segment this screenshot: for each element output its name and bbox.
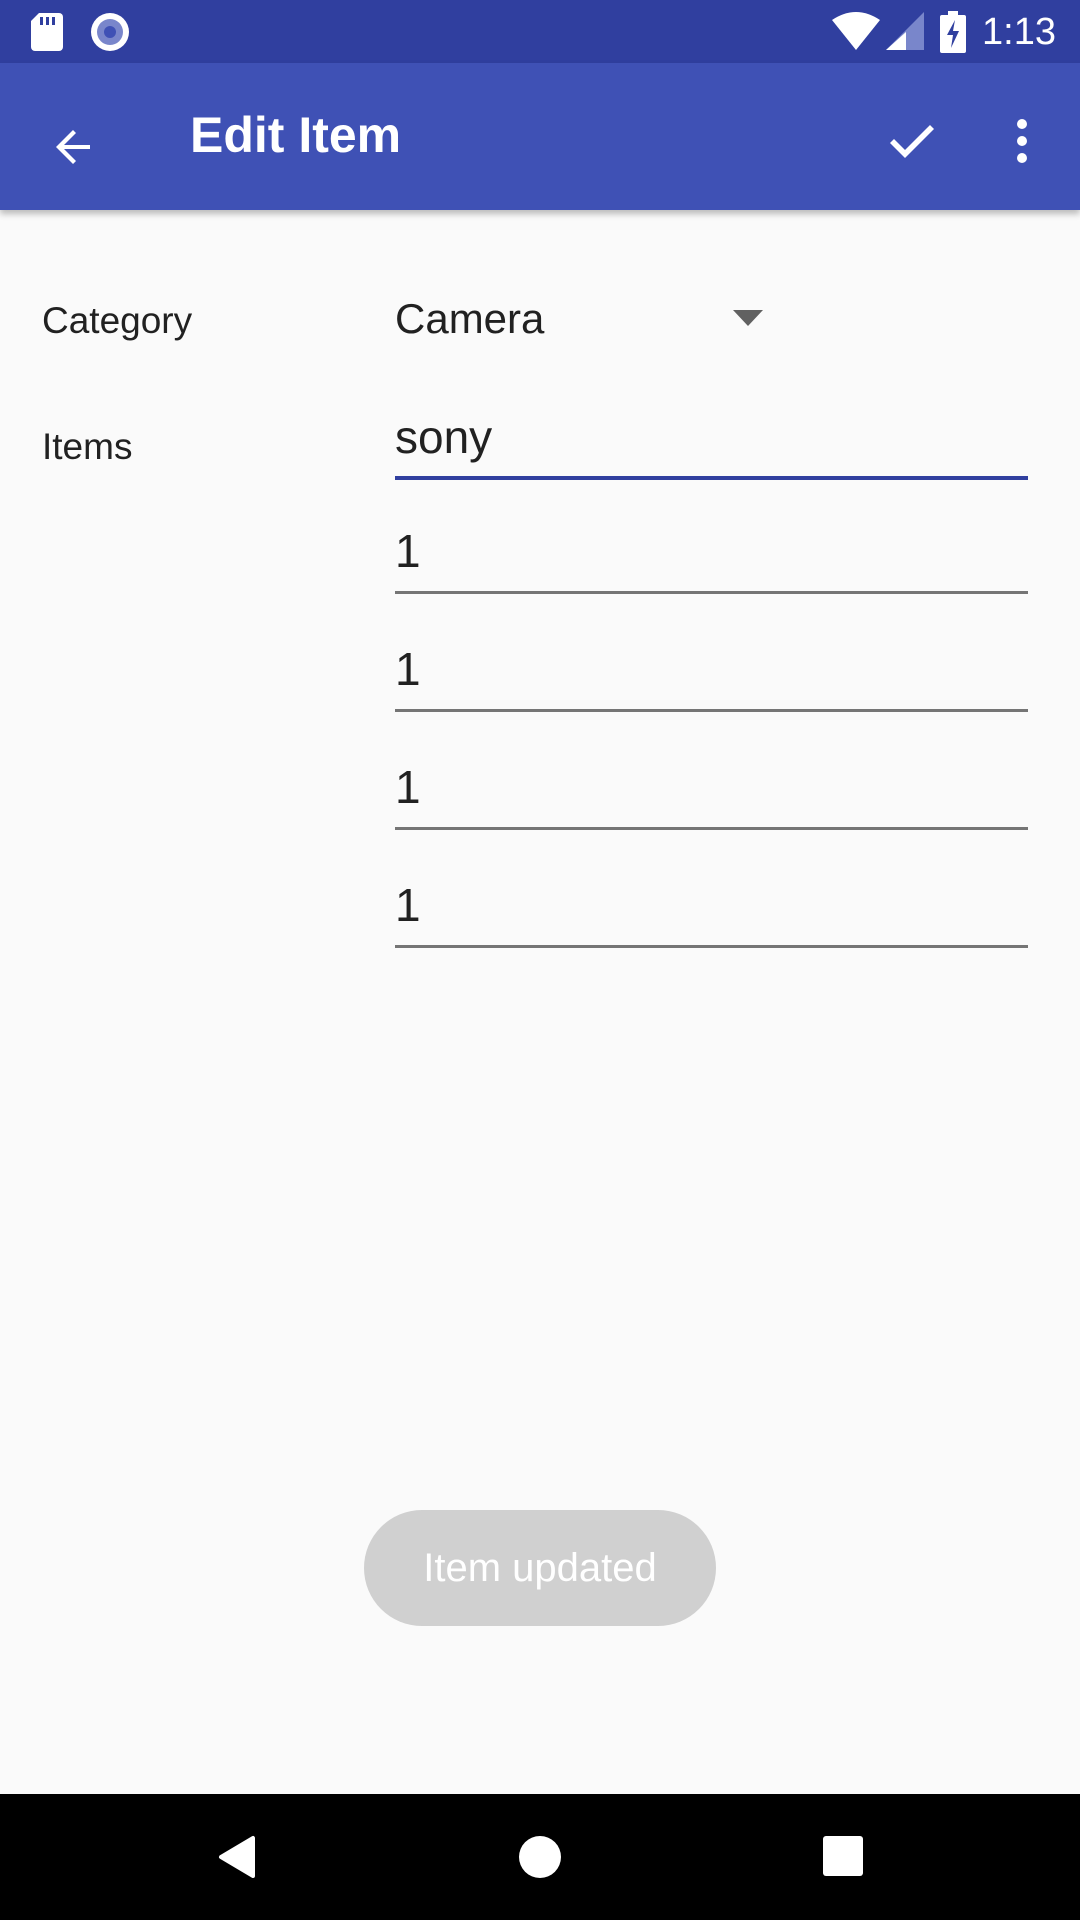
item-input-2[interactable] bbox=[395, 514, 1028, 588]
toast: Item updated bbox=[364, 1510, 716, 1626]
nav-home-icon bbox=[519, 1836, 561, 1878]
wifi-icon bbox=[832, 12, 880, 50]
category-label: Category bbox=[42, 300, 193, 341]
page-title: Edit Item bbox=[190, 107, 402, 163]
arrow-back-icon bbox=[56, 130, 90, 164]
toolbar: Edit Item bbox=[0, 63, 1080, 210]
nav-back-icon bbox=[219, 1836, 255, 1878]
battery-charging-icon bbox=[940, 11, 966, 53]
item-field-underline bbox=[395, 945, 1028, 948]
check-icon bbox=[890, 125, 934, 158]
toast-message: Item updated bbox=[423, 1546, 657, 1590]
record-circle-icon bbox=[91, 13, 129, 51]
overflow-menu-button[interactable] bbox=[990, 97, 1054, 185]
item-field-1[interactable] bbox=[395, 400, 1028, 480]
item-input-5[interactable] bbox=[395, 868, 1028, 942]
item-field-underline bbox=[395, 827, 1028, 830]
item-input-4[interactable] bbox=[395, 750, 1028, 824]
item-field-underline bbox=[395, 591, 1028, 594]
more-vert-icon bbox=[1017, 119, 1027, 163]
item-input-3[interactable] bbox=[395, 632, 1028, 706]
nav-back-button[interactable] bbox=[193, 1814, 283, 1900]
dropdown-arrow-icon bbox=[733, 310, 763, 326]
category-value: Camera bbox=[395, 295, 545, 342]
nav-recents-icon bbox=[823, 1836, 863, 1876]
category-spinner[interactable]: Camera bbox=[395, 284, 775, 354]
item-field-3[interactable] bbox=[395, 632, 1028, 712]
item-input-1[interactable] bbox=[395, 400, 1028, 474]
item-field-2[interactable] bbox=[395, 514, 1028, 594]
back-button[interactable] bbox=[30, 103, 118, 191]
status-time: 1:13 bbox=[982, 11, 1056, 53]
nav-home-button[interactable] bbox=[495, 1814, 585, 1900]
item-field-5[interactable] bbox=[395, 868, 1028, 948]
nav-recents-button[interactable] bbox=[799, 1814, 889, 1900]
item-field-4[interactable] bbox=[395, 750, 1028, 830]
status-bar: 1:13 bbox=[0, 0, 1080, 63]
save-button[interactable] bbox=[868, 97, 956, 185]
items-label: Items bbox=[42, 426, 133, 467]
system-nav-bar bbox=[0, 1794, 1080, 1920]
signal-icon bbox=[886, 12, 924, 50]
sd-card-icon bbox=[31, 13, 63, 51]
item-field-underline bbox=[395, 709, 1028, 712]
item-field-underline bbox=[395, 476, 1028, 480]
